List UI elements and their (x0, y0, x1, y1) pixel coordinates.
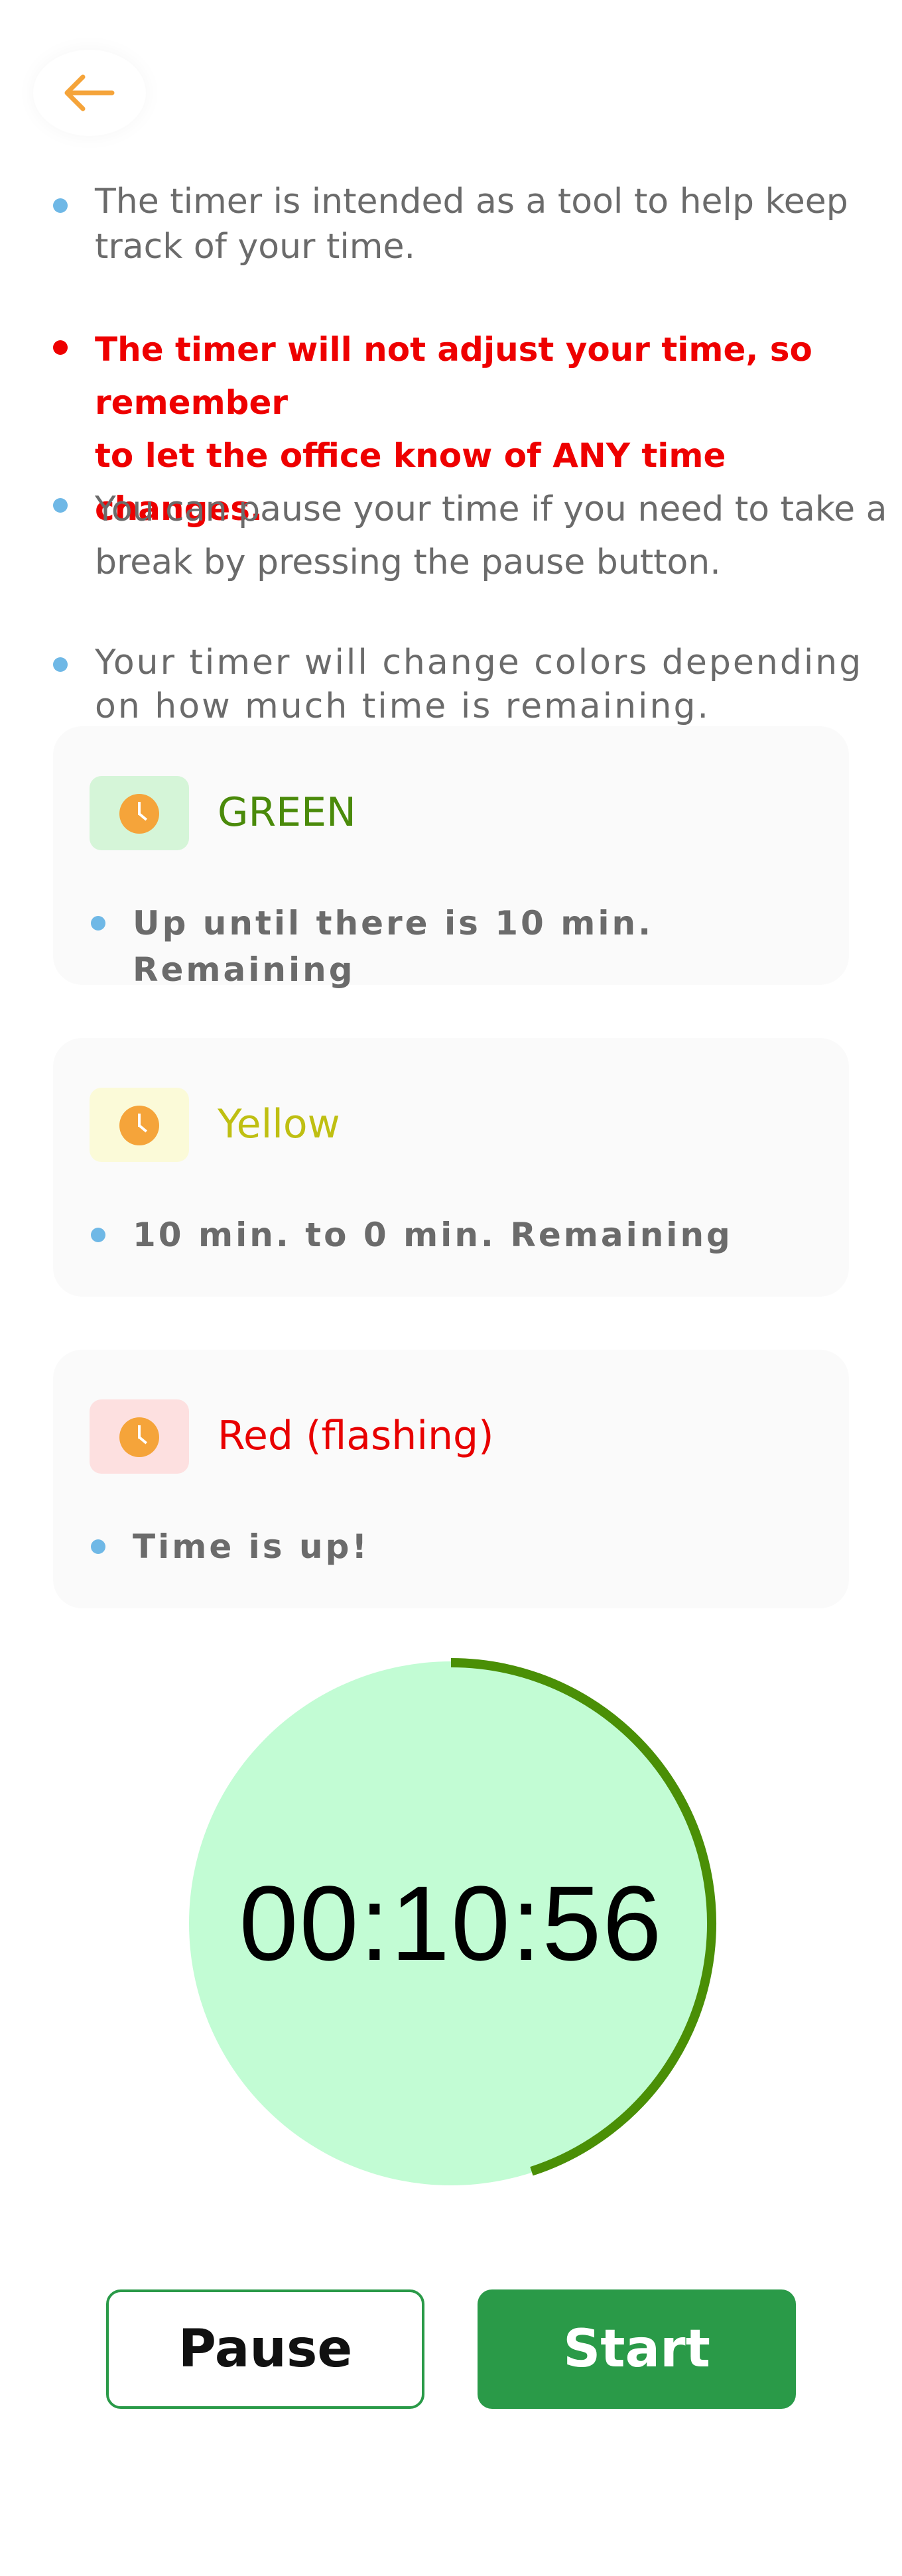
bullet-icon (53, 657, 68, 672)
note-color-change: Your timer will change colors depending … (95, 643, 864, 726)
bullet-icon (91, 1539, 105, 1554)
countdown-timer: 00:10:56 (179, 1651, 723, 2195)
card-title: Red (flashing) (218, 1413, 494, 1459)
bullet-icon (91, 1228, 105, 1242)
timer-display: 00:10:56 (239, 1864, 663, 1982)
start-button[interactable]: Start (478, 2289, 796, 2409)
back-button[interactable] (33, 50, 146, 136)
bullet-icon (53, 498, 68, 513)
clock-icon (119, 1417, 159, 1457)
pause-button[interactable]: Pause (106, 2289, 424, 2409)
card-title: GREEN (218, 789, 356, 836)
color-card-yellow: Yellow 10 min. to 0 min. Remaining (53, 1038, 849, 1297)
clock-chip (90, 1088, 189, 1162)
clock-icon (119, 794, 159, 834)
arrow-left-icon (64, 74, 115, 111)
bullet-icon (53, 198, 68, 213)
color-card-red: Red (flashing) Time is up! (53, 1350, 849, 1608)
note-pause: You can pause your time if you need to t… (95, 489, 887, 582)
color-card-green: GREEN Up until there is 10 min. Remainin… (53, 726, 849, 989)
card-title: Yellow (218, 1101, 340, 1147)
warning-bullet-icon (53, 340, 68, 355)
note-timer-tool: The timer is intended as a tool to help … (95, 182, 848, 267)
card-description: 10 min. to 0 min. Remaining (133, 1216, 733, 1254)
card-description: Up until there is 10 min. Remaining (133, 904, 654, 989)
clock-chip (90, 776, 189, 850)
clock-chip (90, 1399, 189, 1474)
bullet-icon (91, 916, 105, 931)
clock-icon (119, 1106, 159, 1145)
card-description: Time is up! (133, 1527, 370, 1566)
